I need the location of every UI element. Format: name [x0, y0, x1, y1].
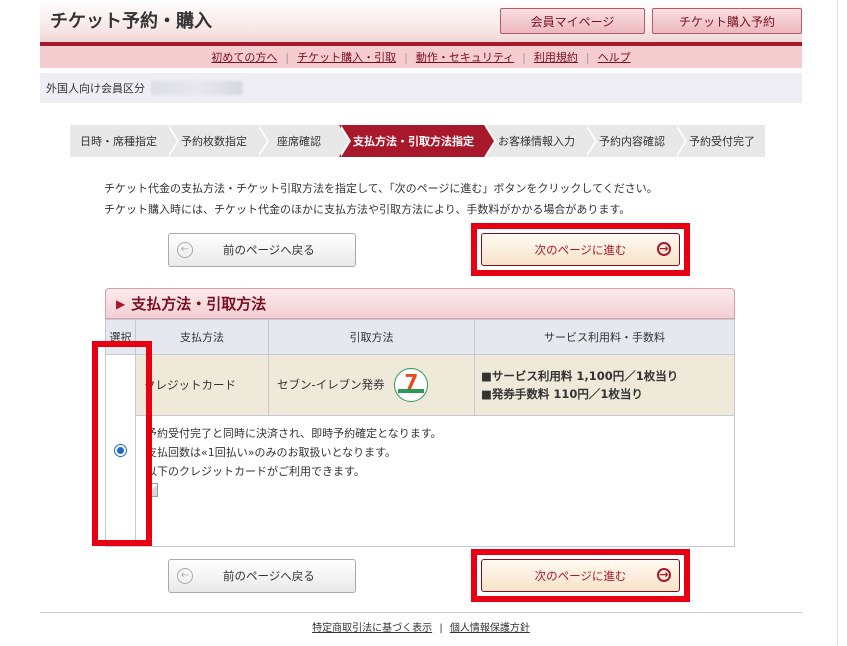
prev-page-button-bottom[interactable]: ← 前のページへ戻る — [168, 559, 356, 593]
nav-separator: | — [404, 50, 408, 64]
next-page-button-bottom[interactable]: 次のページに進む → — [481, 559, 680, 592]
column-header-payment: 支払方法 — [135, 319, 269, 355]
progress-steps: 日時・席種指定 予約枚数指定 座席確認 支払方法・引取方法指定 お客様情報入力 … — [70, 125, 765, 157]
section-title: 支払方法・引取方法 — [131, 295, 267, 313]
fees-cell: ■サービス利用料 1,100円／1枚当り ■発券手数料 110円／1枚当り — [474, 354, 735, 416]
seven-eleven-logo-icon: 7 — [394, 368, 429, 402]
column-header-pickup: 引取方法 — [268, 319, 475, 355]
table-row-detail: 予約受付完了と同時に決済され、即時予約確定となります。 支払回数は«1回払い»の… — [106, 415, 735, 547]
table-row: クレジットカード セブン-イレブン発券 7 ■サービス利用料 1,100円／1枚… — [105, 354, 735, 547]
column-header-fees: サービス利用料・手数料 — [474, 319, 735, 355]
section-header: ▶ 支払方法・引取方法 — [105, 288, 735, 319]
pickup-method-label: セブン-イレブン発券 — [277, 377, 385, 392]
radio-column-highlight — [92, 341, 152, 546]
step-complete: 予約受付完了 — [675, 125, 765, 157]
payment-method-cell: クレジットカード — [135, 354, 269, 416]
pickup-method-cell: セブン-イレブン発券 7 — [268, 354, 475, 416]
arrow-left-circle-icon: ← — [177, 242, 193, 258]
issue-fee-text: ■発券手数料 110円／1枚当り — [481, 387, 643, 401]
step-payment-pickup: 支払方法・引取方法指定 — [339, 125, 496, 157]
nav-link-first-time[interactable]: 初めての方へ — [211, 49, 277, 65]
nav-separator: | — [585, 50, 590, 64]
footer-link-privacy[interactable]: 個人情報保護方針 — [450, 623, 530, 634]
prev-page-label: 前のページへ戻る — [223, 569, 315, 583]
step-quantity: 予約枚数指定 — [167, 125, 269, 157]
payment-method-table: 選択 支払方法 引取方法 サービス利用料・手数料 クレジットカード セブン-イレ… — [105, 319, 735, 547]
triangle-right-icon: ▶ — [116, 296, 126, 311]
member-page-button[interactable]: 会員マイページ — [500, 8, 645, 34]
service-fee-text: ■サービス利用料 1,100円／1枚当り — [481, 369, 679, 383]
detail-line-1: 予約受付完了と同時に決済され、即時予約確定となります。 — [146, 427, 442, 440]
next-page-button-top[interactable]: 次のページに進む → — [481, 233, 680, 266]
member-info-bar: 外国人向け会員区分 — [40, 73, 802, 103]
page-footer: 特定商取引法に基づく表示 | 個人情報保護方針 — [40, 619, 802, 634]
member-category-value-redacted — [151, 81, 243, 95]
intro-text-line1: チケット代金の支払方法・チケット引取方法を指定して、「次のページに進む」ボタンを… — [104, 182, 658, 195]
next-page-label: 次のページに進む — [534, 568, 627, 583]
step-date-seat: 日時・席種指定 — [70, 125, 179, 157]
footer-separator: | — [439, 623, 443, 634]
intro-text-line2: チケット購入時には、チケット代金のほかに支払方法や引取方法により、手数料がかかる… — [104, 203, 631, 216]
step-seat-confirm: 座席確認 — [257, 125, 351, 157]
prev-page-label: 前のページへ戻る — [223, 243, 315, 257]
top-nav: 初めての方へ | チケット購入・引取 | 動作・セキュリティ | 利用規約 | … — [40, 46, 802, 68]
table-header-row: 選択 支払方法 引取方法 サービス利用料・手数料 — [105, 319, 735, 355]
nav-separator: | — [285, 50, 290, 64]
next-page-label: 次のページに進む — [534, 242, 627, 257]
nav-separator: | — [522, 50, 526, 64]
step-review: 予約内容確認 — [585, 125, 687, 157]
window-edge — [837, 0, 838, 646]
nav-link-security[interactable]: 動作・セキュリティ — [416, 49, 514, 65]
next-button-highlight: 次のページに進む → — [471, 549, 690, 602]
detail-line-3: 以下のクレジットカードがご利用できます。 — [146, 465, 365, 478]
nav-link-terms[interactable]: 利用規約 — [534, 49, 578, 65]
footer-link-commerce-law[interactable]: 特定商取引法に基づく表示 — [312, 623, 432, 634]
arrow-right-circle-icon: → — [657, 241, 671, 256]
nav-link-purchase[interactable]: チケット購入・引取 — [297, 49, 396, 65]
prev-page-button-top[interactable]: ← 前のページへ戻る — [168, 233, 356, 267]
next-button-highlight: 次のページに進む → — [471, 223, 690, 276]
arrow-right-circle-icon: → — [657, 567, 671, 582]
arrow-left-circle-icon: ← — [177, 568, 193, 584]
footer-divider — [40, 612, 802, 613]
page-header: チケット予約・購入 会員マイページ チケット購入予約 — [40, 0, 802, 46]
site-title: チケット予約・購入 — [50, 11, 212, 32]
payment-detail-cell: 予約受付完了と同時に決済され、即時予約確定となります。 支払回数は«1回払い»の… — [135, 415, 735, 547]
ticket-booking-button[interactable]: チケット購入予約 — [652, 8, 802, 34]
step-customer-info: お客様情報入力 — [484, 125, 597, 157]
member-category-label: 外国人向け会員区分 — [46, 82, 145, 95]
detail-line-2: 支払回数は«1回払い»のみのお取扱いとなります。 — [146, 446, 397, 459]
nav-link-help[interactable]: ヘルプ — [598, 49, 631, 65]
